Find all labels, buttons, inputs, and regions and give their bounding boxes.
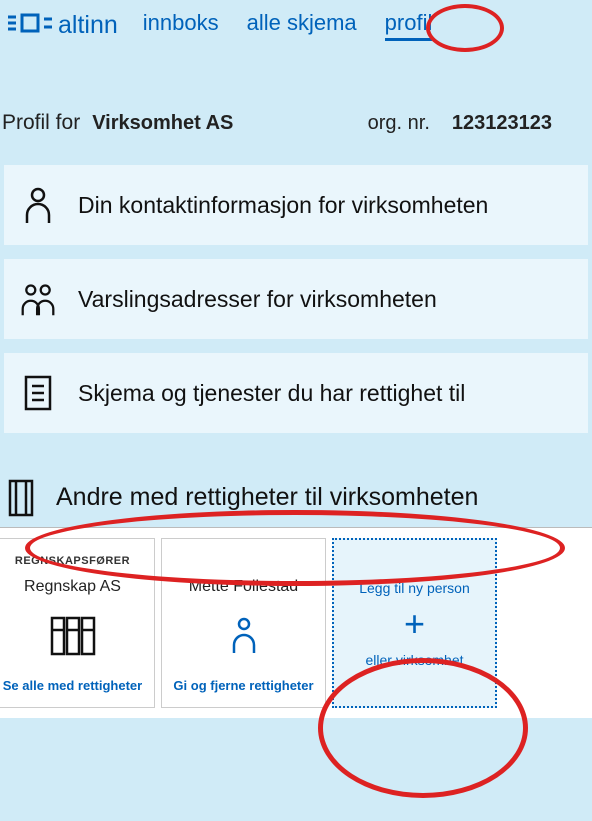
- card-add-new[interactable]: Legg til ny person + eller virksomhet: [332, 538, 497, 708]
- plus-icon: +: [404, 606, 425, 642]
- panel-contact-info[interactable]: Din kontaktinformasjon for virksomheten: [4, 165, 588, 245]
- card-name: Mette Follestad: [189, 578, 298, 596]
- top-header: altinn innboks alle skjema profil: [0, 0, 592, 51]
- org-number-label: org. nr.: [368, 112, 440, 135]
- altinn-logo-icon: [8, 11, 52, 40]
- org-number-value: 123123123: [452, 112, 592, 135]
- building-icon: [8, 477, 38, 517]
- add-label-bottom: eller virksomhet: [365, 652, 463, 668]
- panel-list: Din kontaktinformasjon for virksomheten …: [0, 165, 592, 433]
- profile-name: Virksomhet AS: [92, 112, 233, 135]
- rights-cards: REGNSKAPSFØRER Regnskap AS Se alle med r…: [0, 527, 592, 718]
- nav-profile[interactable]: profil: [385, 10, 433, 41]
- card-action: Gi og fjerne rettigheter: [173, 678, 313, 693]
- profile-heading: Profil for Virksomhet AS org. nr. 123123…: [0, 51, 592, 165]
- nav-inbox[interactable]: innboks: [143, 10, 219, 41]
- brand-text: altinn: [58, 11, 118, 40]
- card-name: Regnskap AS: [24, 578, 121, 596]
- panel-services[interactable]: Skjema og tjenester du har rettighet til: [4, 353, 588, 433]
- people-icon: [20, 279, 56, 319]
- person-icon: [230, 615, 258, 660]
- profile-label: Profil for: [2, 111, 80, 135]
- main-nav: innboks alle skjema profil: [143, 10, 433, 41]
- document-icon: [20, 373, 56, 413]
- card-person[interactable]: Mette Follestad Gi og fjerne rettigheter: [161, 538, 326, 708]
- card-role: REGNSKAPSFØRER: [15, 555, 130, 567]
- panel-title: Skjema og tjenester du har rettighet til: [78, 380, 465, 407]
- section-others-with-rights[interactable]: Andre med rettigheter til virksomheten: [0, 467, 592, 527]
- logo[interactable]: altinn: [8, 11, 118, 40]
- add-label-top: Legg til ny person: [359, 580, 470, 596]
- panel-notifications[interactable]: Varslingsadresser for virksomheten: [4, 259, 588, 339]
- person-icon: [20, 185, 56, 225]
- nav-forms[interactable]: alle skjema: [247, 10, 357, 41]
- binders-icon: [50, 614, 96, 661]
- card-action: Se alle med rettigheter: [3, 678, 142, 693]
- panel-title: Varslingsadresser for virksomheten: [78, 286, 437, 313]
- panel-title: Din kontaktinformasjon for virksomheten: [78, 192, 488, 219]
- card-accountant[interactable]: REGNSKAPSFØRER Regnskap AS Se alle med r…: [0, 538, 155, 708]
- section-title: Andre med rettigheter til virksomheten: [56, 483, 478, 512]
